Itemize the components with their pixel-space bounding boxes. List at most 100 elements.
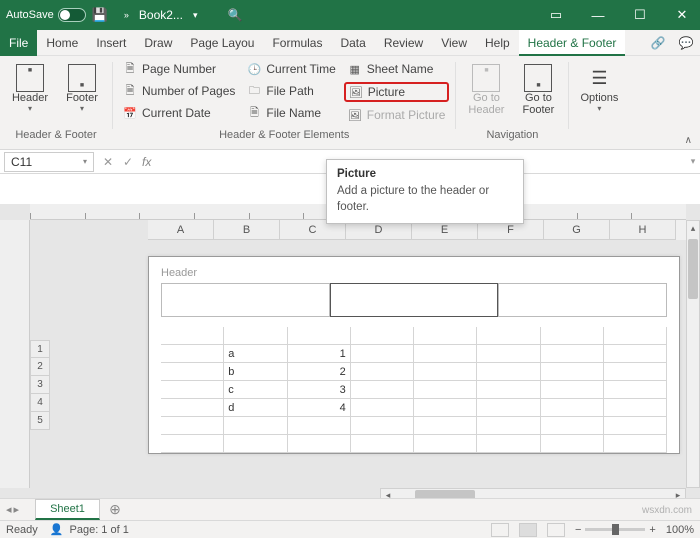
tab-help[interactable]: Help [476,30,519,56]
search-icon[interactable]: 🔍 [227,8,242,22]
zoom-out-icon[interactable]: − [575,524,581,536]
ribbon-display-options-icon[interactable]: ▭ [544,7,568,23]
autosave-label: AutoSave [6,9,54,21]
fx-icon[interactable]: fx [138,155,155,169]
current-time-button[interactable]: 🕒Current Time [243,60,339,78]
row-header[interactable]: 1 [30,340,50,358]
header-sections [161,283,667,317]
cell-grid[interactable]: a1 b2 c3 d4 [161,327,667,453]
accessibility-icon[interactable]: 👤 [50,523,64,536]
save-icon[interactable]: 💾 [92,7,108,23]
tooltip: Picture Add a picture to the header or f… [326,159,524,224]
page-number-icon: 🗎 [123,62,137,76]
table-row: d4 [161,399,667,417]
header-button[interactable]: Header ▾ [6,60,54,117]
table-row [161,435,667,453]
file-icon: 🗎 [247,106,261,120]
col-header[interactable]: B [214,220,280,240]
tab-home[interactable]: Home [37,30,87,56]
clock-icon: 🕒 [247,62,261,76]
number-of-pages-button[interactable]: 🗎Number of Pages [119,82,239,100]
zoom-level[interactable]: 100% [666,524,694,536]
row-header[interactable]: 5 [30,412,50,430]
header-center[interactable] [330,283,499,317]
col-header[interactable]: A [148,220,214,240]
qat-more-icon[interactable]: » [124,10,129,20]
cancel-icon[interactable]: ✕ [98,155,118,169]
normal-view-button[interactable] [491,523,509,537]
tab-draw[interactable]: Draw [135,30,181,56]
enter-icon[interactable]: ✓ [118,155,138,169]
tooltip-title: Picture [337,168,513,180]
comments-button[interactable]: 💬 [672,36,700,50]
picture-button[interactable]: 🖼Picture [344,82,450,102]
tooltip-body: Add a picture to the header or footer. [337,184,513,215]
format-picture-button: 🖼Format Picture [344,106,450,124]
expand-formula-icon[interactable]: ▾ [686,156,700,167]
new-sheet-button[interactable]: ⊕ [100,501,122,518]
footer-icon [68,64,96,92]
file-path-button[interactable]: 🗀File Path [243,82,339,100]
collapse-ribbon-icon[interactable]: ∧ [685,135,692,146]
status-ready: Ready [6,524,38,536]
pages-icon: 🗎 [123,84,137,98]
prev-sheet-icon[interactable]: ◂ [6,503,12,516]
row-header[interactable]: 3 [30,376,50,394]
close-button[interactable]: ✕ [670,7,694,23]
scroll-up-icon[interactable]: ▴ [687,221,699,235]
file-name-button[interactable]: 🗎File Name [243,104,339,122]
header-left[interactable] [161,283,330,317]
watermark: wsxdn.com [642,505,692,516]
picture-icon: 🖼 [349,85,363,99]
page-layout-view-button[interactable] [519,523,537,537]
filename-dropdown-icon[interactable]: ▾ [193,10,198,21]
share-button[interactable]: 🔗 [644,36,672,50]
row-headers: 1 2 3 4 5 [30,340,50,430]
row-header[interactable]: 4 [30,394,50,412]
scroll-thumb[interactable] [688,239,698,299]
page-indicator: Page: 1 of 1 [70,524,129,536]
format-picture-icon: 🖼 [348,108,362,122]
sheet-icon: ▦ [348,62,362,76]
header-section-label: Header [161,267,667,279]
current-date-button[interactable]: 📅Current Date [119,104,239,122]
tab-formulas[interactable]: Formulas [263,30,331,56]
zoom-in-icon[interactable]: + [649,524,655,536]
table-row [161,327,667,345]
page-break-view-button[interactable] [547,523,565,537]
group-label: Header & Footer Elements [119,129,449,145]
sheet-name-button[interactable]: ▦Sheet Name [344,60,450,78]
zoom-slider[interactable]: − + [575,524,656,536]
name-box[interactable]: C11 ▾ [4,152,94,172]
next-sheet-icon[interactable]: ▸ [14,503,20,516]
tab-data[interactable]: Data [331,30,374,56]
goto-footer-button[interactable]: Go to Footer [514,60,562,120]
tab-review[interactable]: Review [375,30,432,56]
sheet-tab[interactable]: Sheet1 [35,499,100,520]
ribbon: Header ▾ Footer ▾ Header & Footer 🗎Page … [0,56,700,150]
vertical-scrollbar[interactable]: ▴ [686,220,700,488]
page-number-button[interactable]: 🗎Page Number [119,60,239,78]
folder-icon: 🗀 [247,84,261,98]
tab-header-footer[interactable]: Header & Footer [519,30,626,56]
col-header[interactable]: H [610,220,676,240]
tab-insert[interactable]: Insert [87,30,135,56]
tab-page-layout[interactable]: Page Layou [181,30,263,56]
tab-file[interactable]: File [0,30,37,56]
footer-button[interactable]: Footer ▾ [58,60,106,117]
col-header[interactable]: G [544,220,610,240]
options-button[interactable]: ☰ Options ▾ [575,60,623,117]
toggle-switch[interactable] [58,8,86,22]
row-header[interactable]: 2 [30,358,50,376]
minimize-button[interactable]: — [586,8,610,23]
chevron-down-icon[interactable]: ▾ [83,157,87,166]
table-row: b2 [161,363,667,381]
tab-view[interactable]: View [432,30,476,56]
title-bar: AutoSave 💾 » Book2... ▾ 🔍 ▭ — ☐ ✕ [0,0,700,30]
group-label: Navigation [462,129,562,145]
header-right[interactable] [498,283,667,317]
chevron-down-icon: ▾ [80,104,84,113]
table-row: c3 [161,381,667,399]
autosave-toggle[interactable]: AutoSave [6,8,86,22]
maximize-button[interactable]: ☐ [628,7,652,23]
